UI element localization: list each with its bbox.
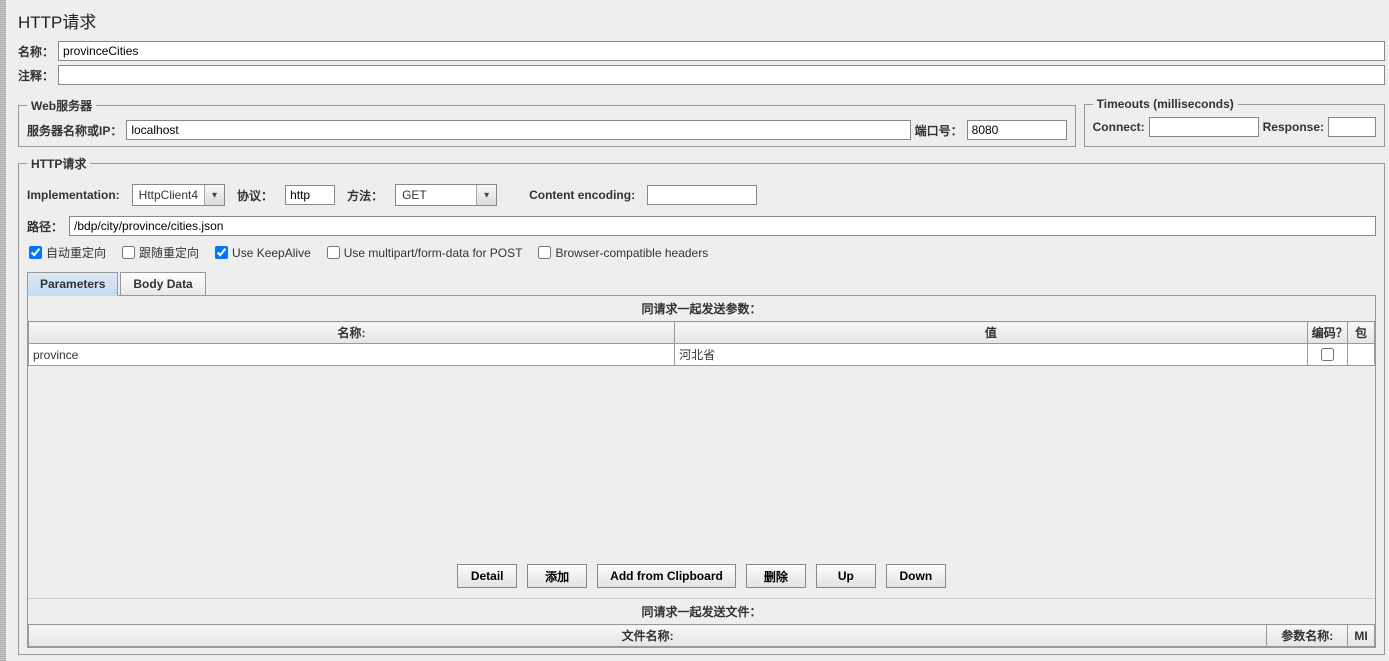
implementation-combo[interactable]: HttpClient4 bbox=[132, 184, 225, 206]
name-input[interactable] bbox=[58, 41, 1385, 61]
params-panel: 同请求一起发送参数： 名称: 值 编码？ 包 province 河北省 bbox=[27, 295, 1376, 648]
method-combo[interactable]: GET bbox=[395, 184, 497, 206]
down-button[interactable]: Down bbox=[886, 564, 946, 588]
port-label: 端口号： bbox=[915, 122, 963, 139]
page-title: HTTP请求 bbox=[18, 4, 1385, 41]
multipart-label: Use multipart/form-data for POST bbox=[344, 246, 523, 260]
implementation-value: HttpClient4 bbox=[133, 186, 204, 204]
browser-compat-checkbox[interactable]: Browser-compatible headers bbox=[538, 246, 708, 260]
params-header: 名称: 值 编码？ 包 bbox=[29, 322, 1375, 344]
auto-redirect-label: 自动重定向 bbox=[46, 244, 106, 261]
col-encode-header[interactable]: 编码？ bbox=[1307, 322, 1347, 344]
files-header: 文件名称: 参数名称: MI bbox=[29, 625, 1375, 647]
tab-parameters[interactable]: Parameters bbox=[27, 272, 118, 296]
auto-redirect-box[interactable] bbox=[29, 246, 42, 259]
checkbox-row: 自动重定向 跟随重定向 Use KeepAlive Use multipart/… bbox=[27, 244, 1376, 261]
follow-redirect-checkbox[interactable]: 跟随重定向 bbox=[122, 244, 199, 261]
keepalive-label: Use KeepAlive bbox=[232, 246, 311, 260]
method-label: 方法： bbox=[347, 187, 383, 204]
col-include-header[interactable]: 包 bbox=[1348, 322, 1375, 344]
keepalive-checkbox[interactable]: Use KeepAlive bbox=[215, 246, 311, 260]
files-table: 文件名称: 参数名称: MI bbox=[28, 624, 1375, 647]
name-label: 名称： bbox=[18, 43, 54, 60]
multipart-checkbox[interactable]: Use multipart/form-data for POST bbox=[327, 246, 523, 260]
response-input[interactable] bbox=[1328, 117, 1376, 137]
comment-row: 注释： bbox=[18, 65, 1385, 85]
param-value-cell[interactable]: 河北省 bbox=[675, 344, 1308, 366]
params-title: 同请求一起发送参数： bbox=[28, 296, 1375, 321]
col-value-header[interactable]: 值 bbox=[675, 322, 1308, 344]
name-row: 名称： bbox=[18, 41, 1385, 61]
params-empty-area[interactable] bbox=[28, 366, 1375, 556]
browser-compat-label: Browser-compatible headers bbox=[555, 246, 708, 260]
port-input[interactable] bbox=[967, 120, 1067, 140]
encode-checkbox[interactable] bbox=[1321, 348, 1334, 361]
chevron-down-icon bbox=[204, 185, 224, 205]
connect-label: Connect: bbox=[1093, 120, 1145, 134]
response-label: Response: bbox=[1263, 120, 1324, 134]
up-button[interactable]: Up bbox=[816, 564, 876, 588]
tab-body-data[interactable]: Body Data bbox=[120, 272, 205, 296]
protocol-label: 协议： bbox=[237, 187, 273, 204]
method-value: GET bbox=[396, 186, 476, 204]
split-handle[interactable] bbox=[0, 0, 6, 661]
web-server-legend: Web服务器 bbox=[27, 97, 96, 114]
add-from-clipboard-button[interactable]: Add from Clipboard bbox=[597, 564, 736, 588]
files-section: 同请求一起发送文件： 文件名称: 参数名称: MI bbox=[28, 598, 1375, 647]
implementation-label: Implementation: bbox=[27, 188, 120, 202]
protocol-input[interactable] bbox=[285, 185, 335, 205]
params-table: 名称: 值 编码？ 包 province 河北省 bbox=[28, 321, 1375, 366]
param-include-cell[interactable] bbox=[1348, 344, 1375, 366]
timeouts-legend: Timeouts (milliseconds) bbox=[1093, 97, 1238, 111]
detail-button[interactable]: Detail bbox=[457, 564, 517, 588]
col-mime-header[interactable]: MI bbox=[1348, 625, 1375, 647]
path-input[interactable] bbox=[69, 216, 1376, 236]
comment-label: 注释： bbox=[18, 67, 54, 84]
table-row[interactable]: province 河北省 bbox=[29, 344, 1375, 366]
http-row1: Implementation: HttpClient4 协议： 方法： GET … bbox=[27, 178, 1376, 212]
path-label: 路径： bbox=[27, 218, 63, 235]
keepalive-box[interactable] bbox=[215, 246, 228, 259]
col-name-header[interactable]: 名称: bbox=[29, 322, 675, 344]
multipart-box[interactable] bbox=[327, 246, 340, 259]
main-panel: HTTP请求 名称： 注释： Web服务器 服务器名称或IP： 端口号： Tim… bbox=[8, 0, 1389, 659]
param-name-cell[interactable]: province bbox=[29, 344, 675, 366]
timeouts-fieldset: Timeouts (milliseconds) Connect: Respons… bbox=[1084, 97, 1385, 147]
params-buttons: Detail 添加 Add from Clipboard 删除 Up Down bbox=[28, 556, 1375, 596]
comment-input[interactable] bbox=[58, 65, 1385, 85]
delete-button[interactable]: 删除 bbox=[746, 564, 806, 588]
server-ip-label: 服务器名称或IP： bbox=[27, 122, 122, 139]
files-title: 同请求一起发送文件： bbox=[28, 599, 1375, 624]
http-request-legend: HTTP请求 bbox=[27, 155, 90, 172]
chevron-down-icon bbox=[476, 185, 496, 205]
tabs: Parameters Body Data bbox=[27, 271, 1376, 295]
encoding-input[interactable] bbox=[647, 185, 757, 205]
col-paramname-header[interactable]: 参数名称: bbox=[1267, 625, 1348, 647]
server-timeout-row: Web服务器 服务器名称或IP： 端口号： Timeouts (millisec… bbox=[18, 89, 1385, 147]
add-button[interactable]: 添加 bbox=[527, 564, 587, 588]
auto-redirect-checkbox[interactable]: 自动重定向 bbox=[29, 244, 106, 261]
path-row: 路径： bbox=[27, 216, 1376, 236]
connect-input[interactable] bbox=[1149, 117, 1259, 137]
col-filepath-header[interactable]: 文件名称: bbox=[29, 625, 1267, 647]
encoding-label: Content encoding: bbox=[529, 188, 635, 202]
follow-redirect-box[interactable] bbox=[122, 246, 135, 259]
http-request-fieldset: HTTP请求 Implementation: HttpClient4 协议： 方… bbox=[18, 155, 1385, 655]
server-ip-input[interactable] bbox=[126, 120, 910, 140]
web-server-fieldset: Web服务器 服务器名称或IP： 端口号： bbox=[18, 97, 1076, 147]
follow-redirect-label: 跟随重定向 bbox=[139, 244, 199, 261]
param-encode-cell[interactable] bbox=[1307, 344, 1347, 366]
browser-compat-box[interactable] bbox=[538, 246, 551, 259]
